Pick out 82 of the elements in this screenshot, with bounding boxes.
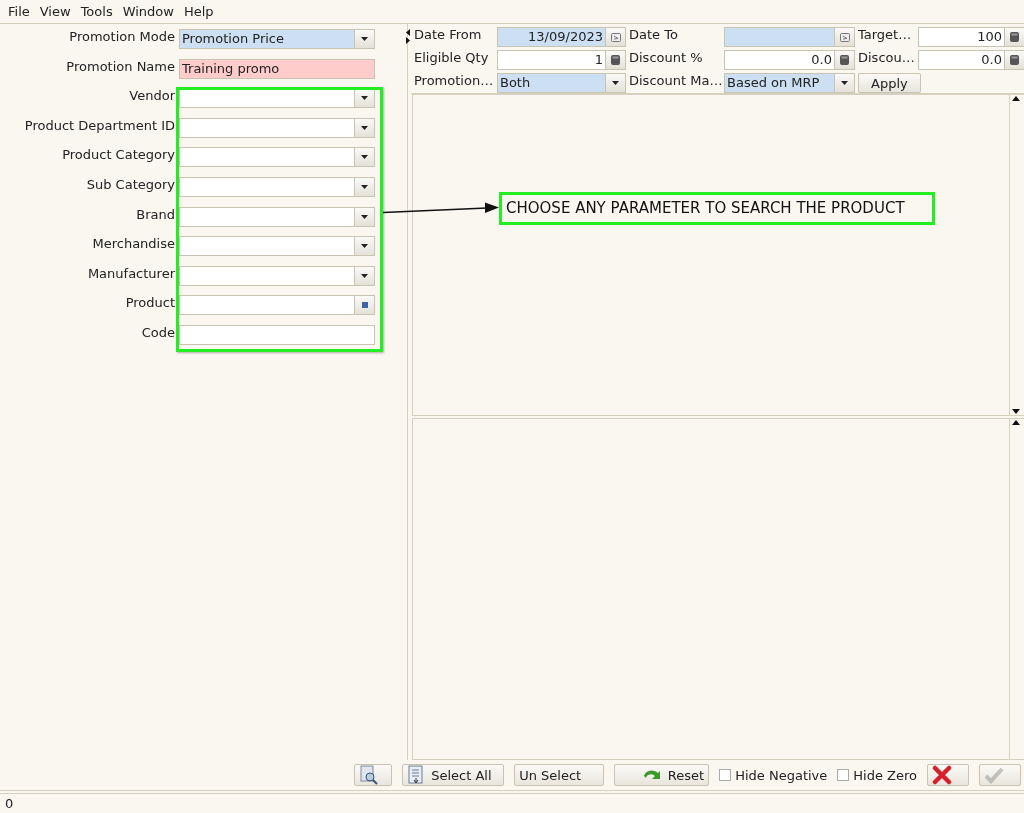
field-label: Discount % [629, 50, 704, 67]
form-input-field[interactable]: Training promo [179, 58, 375, 79]
form-dropdown[interactable] [179, 206, 375, 227]
menu-item[interactable]: Window [117, 1, 179, 22]
field-label: Date From [414, 27, 483, 44]
calendar-icon [839, 32, 850, 42]
checkbox[interactable] [719, 769, 732, 781]
form-dropdown[interactable] [179, 117, 375, 138]
scrollbar[interactable] [1009, 419, 1022, 759]
field-label: Promotion… [414, 73, 494, 90]
checkbox[interactable] [837, 769, 850, 781]
filter-number-field[interactable]: 0.0 [724, 50, 855, 70]
filter-date-field[interactable] [724, 27, 855, 47]
scroll-down-icon [1012, 408, 1020, 415]
filter-date-field[interactable]: 13/09/2023 [497, 27, 626, 47]
calculator-icon [611, 55, 620, 65]
apply-button[interactable]: Apply [858, 73, 921, 93]
cancel-button[interactable] [927, 764, 969, 786]
form-dropdown[interactable] [179, 147, 375, 168]
caret-icon [360, 183, 369, 190]
field-label: Eligible Qty [414, 50, 490, 67]
menu-item[interactable]: View [34, 1, 76, 22]
menu-item[interactable]: Tools [75, 1, 118, 22]
scroll-up-icon [1012, 419, 1020, 426]
form-dropdown[interactable] [179, 265, 375, 286]
caret-icon [360, 36, 369, 42]
caret-icon [360, 213, 369, 220]
menu-item[interactable]: Help [178, 1, 219, 22]
lookup-icon [361, 302, 368, 309]
field-label: Sub Category [86, 176, 175, 194]
caret-icon [611, 80, 620, 86]
scrollbar[interactable] [1009, 95, 1022, 415]
field-label: Discou… [858, 50, 915, 67]
calculator-icon [1010, 55, 1019, 65]
field-label: Product [125, 295, 175, 313]
caret-icon [360, 124, 369, 131]
field-label: Discount Ma… [629, 73, 721, 90]
checkbox-label: Hide Zero [853, 767, 917, 783]
field-label: Manufacturer [87, 265, 175, 283]
calendar-icon [610, 32, 621, 42]
field-label: Date To [629, 27, 679, 44]
checkbox-label: Hide Negative [735, 767, 828, 783]
field-label: Promotion Mode [69, 29, 175, 46]
form-dropdown[interactable]: Promotion Price [179, 29, 375, 49]
caret-icon [360, 154, 369, 161]
form-dropdown[interactable] [179, 88, 375, 109]
close-icon [932, 765, 952, 785]
calculator-icon [840, 55, 849, 65]
document-icon [407, 765, 426, 785]
caret-icon [840, 80, 849, 86]
scroll-up-icon [1012, 95, 1020, 102]
field-label: Brand [136, 206, 175, 224]
field-label: Vendor [129, 88, 175, 106]
form-input-field[interactable] [179, 324, 375, 345]
field-label: Target… [858, 27, 913, 44]
splitter-arrows-icon [405, 29, 411, 44]
filter-dropdown[interactable]: Based on MRP [724, 73, 855, 93]
caret-icon [360, 272, 369, 279]
magnifier-icon [359, 765, 380, 785]
status-text: 0 [5, 796, 14, 811]
form-dropdown[interactable] [179, 236, 375, 257]
filter-number-field[interactable]: 0.0 [918, 50, 1024, 70]
menu-item[interactable]: File [3, 1, 35, 22]
zoom-button[interactable] [354, 764, 393, 786]
unselect-button[interactable]: Un Select [514, 764, 605, 786]
caret-icon [360, 243, 369, 250]
checkmark-icon [984, 765, 1004, 785]
filter-dropdown[interactable]: Both [497, 73, 626, 93]
form-dropdown[interactable] [179, 176, 375, 197]
field-label: Product Category [62, 147, 175, 165]
field-label: Product Department ID [24, 117, 175, 135]
select-all-button[interactable]: Select All [402, 764, 505, 786]
filter-number-field[interactable]: 1 [497, 50, 626, 70]
caret-icon [360, 95, 369, 102]
field-label: Promotion Name [66, 58, 175, 76]
reset-button[interactable]: Reset [614, 764, 710, 786]
calculator-icon [1010, 32, 1019, 42]
field-label: Merchandise [92, 236, 175, 254]
callout-text: CHOOSE ANY PARAMETER TO SEARCH THE PRODUCT [499, 192, 935, 225]
filter-number-field[interactable]: 100 [918, 27, 1024, 47]
form-lookup-field[interactable] [179, 295, 375, 316]
field-label: Code [141, 324, 175, 342]
